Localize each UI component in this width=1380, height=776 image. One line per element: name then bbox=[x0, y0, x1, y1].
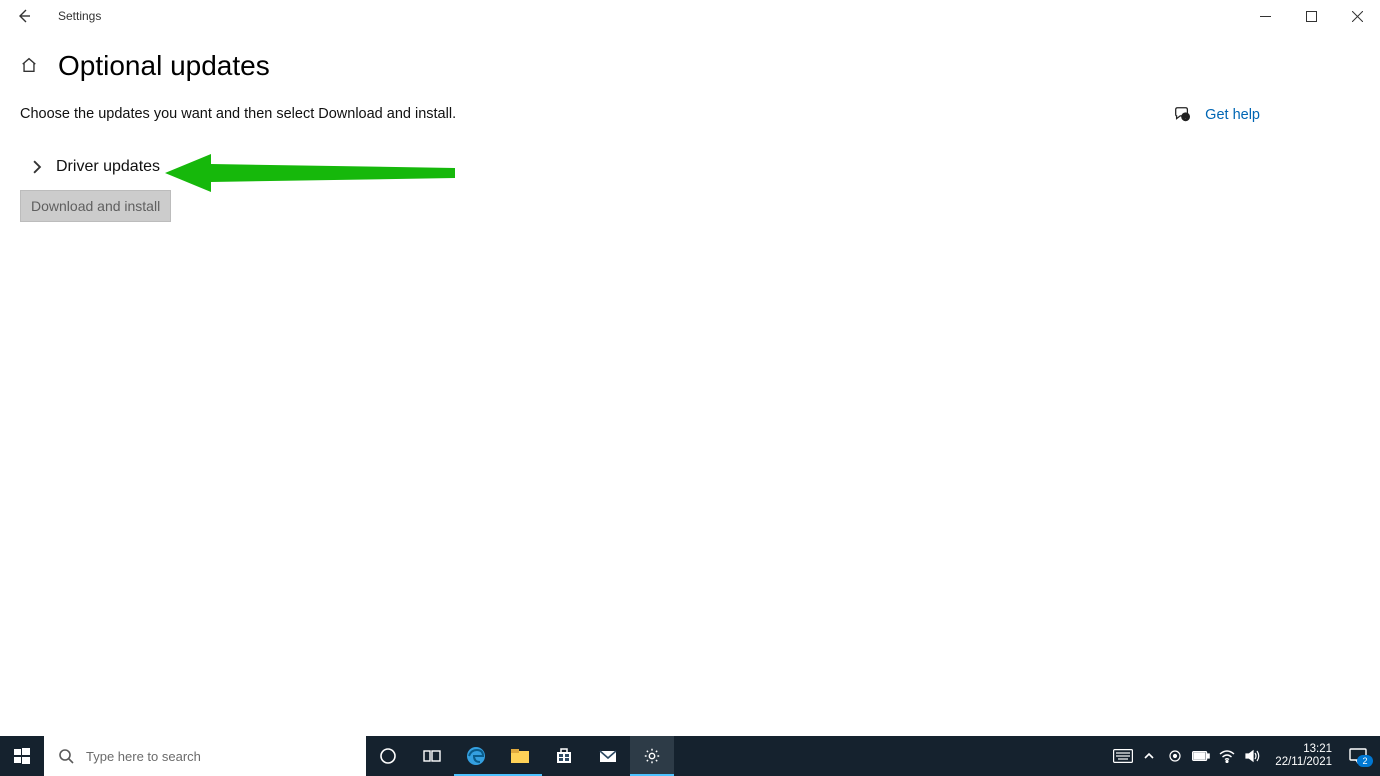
cortana-button[interactable] bbox=[366, 736, 410, 776]
minimize-icon bbox=[1260, 11, 1271, 22]
taskbar-app-edge[interactable] bbox=[454, 736, 498, 776]
gear-icon bbox=[643, 747, 661, 765]
maximize-button[interactable] bbox=[1288, 0, 1334, 32]
titlebar: Settings bbox=[0, 0, 1380, 32]
tray-show-hidden-button[interactable] bbox=[1139, 746, 1159, 766]
task-view-icon bbox=[423, 747, 441, 765]
system-tray: 13:21 22/11/2021 2 bbox=[1113, 736, 1380, 776]
edge-icon bbox=[465, 745, 487, 767]
battery-icon bbox=[1192, 750, 1210, 762]
folder-icon bbox=[509, 745, 531, 767]
start-button[interactable] bbox=[0, 736, 44, 776]
mail-icon bbox=[598, 746, 618, 766]
home-icon bbox=[20, 56, 38, 74]
taskbar-app-store[interactable] bbox=[542, 736, 586, 776]
get-help-link[interactable]: Get help bbox=[1205, 107, 1260, 123]
taskbar-app-file-explorer[interactable] bbox=[498, 736, 542, 776]
tray-clock[interactable]: 13:21 22/11/2021 bbox=[1269, 743, 1338, 769]
back-button[interactable] bbox=[10, 2, 38, 30]
windows-logo-icon bbox=[14, 748, 30, 764]
search-placeholder: Type here to search bbox=[86, 749, 201, 764]
taskbar-app-settings[interactable] bbox=[630, 736, 674, 776]
store-icon bbox=[554, 746, 574, 766]
tray-volume-icon[interactable] bbox=[1243, 746, 1263, 766]
expander-label: Driver updates bbox=[56, 158, 160, 176]
page-header: Optional updates bbox=[0, 50, 1380, 82]
tray-date: 22/11/2021 bbox=[1275, 756, 1332, 769]
cortana-icon bbox=[379, 747, 397, 765]
taskbar-app-mail[interactable] bbox=[586, 736, 630, 776]
tray-battery-icon[interactable] bbox=[1191, 746, 1211, 766]
action-center-button[interactable]: 2 bbox=[1344, 746, 1372, 766]
tray-location-icon[interactable] bbox=[1165, 746, 1185, 766]
location-icon bbox=[1168, 749, 1182, 763]
minimize-button[interactable] bbox=[1242, 0, 1288, 32]
page-title: Optional updates bbox=[58, 50, 270, 82]
task-icons bbox=[366, 736, 674, 776]
keyboard-icon bbox=[1113, 749, 1133, 763]
chevron-right-icon bbox=[30, 160, 44, 174]
tray-wifi-icon[interactable] bbox=[1217, 746, 1237, 766]
download-install-button: Download and install bbox=[20, 190, 171, 222]
task-view-button[interactable] bbox=[410, 736, 454, 776]
window-controls bbox=[1242, 0, 1380, 32]
wifi-icon bbox=[1219, 749, 1235, 763]
titlebar-left: Settings bbox=[10, 2, 101, 30]
tray-input-indicator[interactable] bbox=[1113, 746, 1133, 766]
close-icon bbox=[1352, 11, 1363, 22]
get-help-area: ? Get help bbox=[1173, 106, 1260, 124]
home-button[interactable] bbox=[20, 56, 40, 76]
chevron-up-icon bbox=[1143, 750, 1155, 762]
close-button[interactable] bbox=[1334, 0, 1380, 32]
chat-help-icon: ? bbox=[1173, 106, 1191, 124]
taskbar-search[interactable]: Type here to search bbox=[44, 736, 366, 776]
volume-icon bbox=[1245, 749, 1261, 763]
window-title: Settings bbox=[58, 9, 101, 23]
notification-badge: 2 bbox=[1357, 755, 1373, 767]
taskbar: Type here to search bbox=[0, 736, 1380, 776]
arrow-left-icon bbox=[16, 8, 32, 24]
main-content: Choose the updates you want and then sel… bbox=[0, 82, 1380, 222]
search-icon bbox=[58, 748, 74, 764]
maximize-icon bbox=[1306, 11, 1317, 22]
tray-time: 13:21 bbox=[1275, 743, 1332, 756]
driver-updates-expander[interactable]: Driver updates bbox=[20, 158, 1380, 176]
